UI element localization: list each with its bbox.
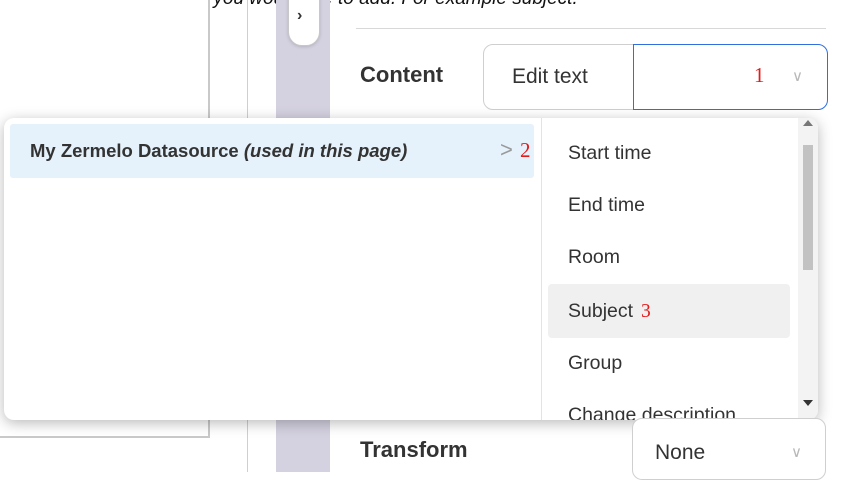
field-list: Start time End time Room Subject 3 Group … bbox=[542, 118, 798, 420]
field-item-subject[interactable]: Subject 3 bbox=[548, 284, 790, 338]
dropdown-scrollbar[interactable] bbox=[798, 118, 818, 420]
content-mode-select[interactable]: Edit text bbox=[484, 45, 633, 109]
annotation-2: 2 bbox=[520, 138, 531, 162]
sidebar-toggle-button[interactable]: › bbox=[288, 0, 320, 46]
datasource-field-dropdown: My Zermelo Datasource (used in this page… bbox=[4, 118, 818, 420]
chevron-down-icon: ∨ bbox=[791, 444, 802, 461]
datasource-label: My Zermelo Datasource (used in this page… bbox=[30, 140, 408, 161]
field-item-change-description[interactable]: Change description bbox=[548, 388, 790, 420]
field-item-room[interactable]: Room bbox=[548, 230, 790, 284]
section-divider bbox=[356, 28, 826, 29]
chevron-down-icon: ∨ bbox=[792, 68, 803, 85]
transform-select[interactable]: None ∨ bbox=[632, 418, 826, 480]
field-item-group[interactable]: Group bbox=[548, 336, 790, 390]
annotation-1: 1 bbox=[754, 63, 765, 87]
transform-label: Transform bbox=[360, 437, 468, 462]
content-select-group: Edit text 1 ∨ bbox=[483, 44, 828, 110]
chevron-right-icon: > bbox=[500, 137, 513, 162]
content-field-select[interactable]: 1 ∨ bbox=[633, 44, 828, 110]
field-item-start-time[interactable]: Start time bbox=[548, 126, 790, 180]
datasource-item[interactable]: My Zermelo Datasource (used in this page… bbox=[10, 124, 534, 178]
scroll-down-arrow-icon[interactable] bbox=[803, 400, 813, 406]
field-item-end-time[interactable]: End time bbox=[548, 178, 790, 232]
chevron-right-icon: › bbox=[297, 7, 303, 24]
scroll-up-arrow-icon[interactable] bbox=[803, 120, 813, 126]
scroll-thumb[interactable] bbox=[803, 145, 813, 270]
content-label: Content bbox=[360, 62, 444, 87]
transform-value: None bbox=[655, 441, 706, 464]
annotation-3: 3 bbox=[641, 301, 651, 322]
